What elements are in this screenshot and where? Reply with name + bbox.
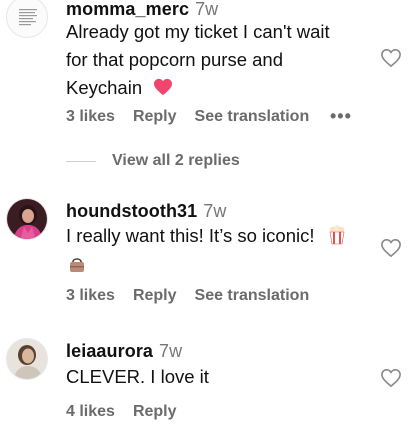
comment-actions: 3 likes Reply See translation: [66, 108, 309, 126]
see-translation-button[interactable]: See translation: [195, 108, 310, 126]
like-heart-icon[interactable]: [380, 368, 402, 388]
reply-button[interactable]: Reply: [133, 108, 177, 126]
comment-text-fragment: I really want this! It’s so iconic!: [66, 225, 315, 246]
comment-text-line: Already got my ticket I can't wait: [66, 21, 330, 42]
comment-text-line: [66, 250, 376, 278]
like-heart-icon[interactable]: [380, 48, 402, 68]
avatar[interactable]: [6, 0, 48, 38]
likes-count[interactable]: 3 likes: [66, 108, 115, 126]
comment-time: 7w: [203, 201, 227, 221]
comment-text-line: I really want this! It’s so iconic!: [66, 222, 376, 250]
replies-divider: [66, 160, 96, 162]
heart-emoji-icon: [154, 78, 173, 96]
comment-text-fragment: Keychain: [66, 77, 143, 98]
view-replies-button[interactable]: View all 2 replies: [112, 152, 240, 170]
comment-actions: 4 likes Reply: [66, 403, 177, 421]
comment-text: Already got my ticket I can't wait for t…: [66, 18, 376, 102]
comment-username[interactable]: houndstooth31 7w: [66, 201, 227, 222]
avatar[interactable]: [6, 338, 48, 380]
avatar[interactable]: [6, 198, 48, 240]
view-replies[interactable]: View all 2 replies: [66, 152, 240, 170]
username-text[interactable]: momma_merc: [66, 0, 189, 19]
comment-time: 7w: [195, 0, 219, 19]
comment-text-line: CLEVER. I love it: [66, 366, 209, 387]
likes-count[interactable]: 3 likes: [66, 287, 115, 305]
person-avatar-icon: [7, 339, 47, 379]
likes-count[interactable]: 4 likes: [66, 403, 115, 421]
see-translation-button[interactable]: See translation: [195, 287, 310, 305]
comment-time: 7w: [159, 341, 183, 361]
handbag-emoji-icon: [70, 258, 84, 272]
comment-text-line: Keychain: [66, 74, 376, 102]
comment-username[interactable]: momma_merc 7w: [66, 0, 218, 20]
username-text[interactable]: leiaaurora: [66, 341, 153, 361]
comment-username[interactable]: leiaaurora 7w: [66, 341, 182, 362]
comment-text: CLEVER. I love it: [66, 363, 376, 391]
person-avatar-icon: [7, 199, 47, 239]
document-thumbnail-icon: [7, 0, 47, 37]
more-options-icon[interactable]: •••: [330, 106, 352, 127]
comment-text-line: for that popcorn purse and: [66, 49, 284, 70]
comment-text: I really want this! It’s so iconic!: [66, 222, 376, 278]
reply-button[interactable]: Reply: [133, 287, 177, 305]
like-heart-icon[interactable]: [380, 238, 402, 258]
username-text[interactable]: houndstooth31: [66, 201, 197, 221]
reply-button[interactable]: Reply: [133, 403, 177, 421]
popcorn-emoji-icon: [329, 225, 344, 245]
comment-actions: 3 likes Reply See translation: [66, 287, 309, 305]
